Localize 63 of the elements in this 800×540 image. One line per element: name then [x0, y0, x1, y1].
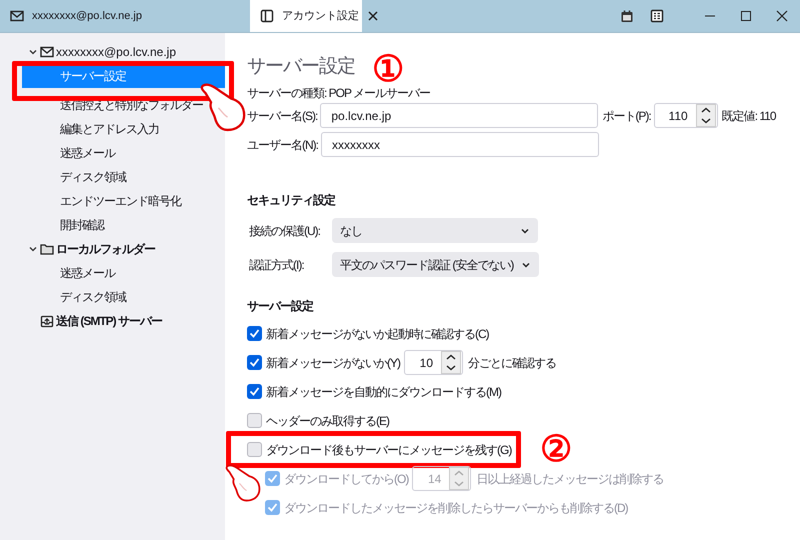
sidebar-item[interactable]: 迷惑メール: [0, 261, 225, 285]
panel-icon: [260, 9, 274, 23]
sidebar-item[interactable]: 開封確認: [0, 213, 225, 237]
checkbox-label: ダウンロードしてから(O): [284, 470, 408, 488]
check-icon: [267, 473, 278, 484]
section-heading: サーバー設定: [247, 298, 313, 315]
mail-icon: [40, 45, 54, 59]
checkbox[interactable]: [247, 442, 262, 457]
mail-icon: [10, 9, 24, 23]
server-type-text: サーバーの種類: POP メールサーバー: [247, 85, 430, 101]
stepper-icon: [441, 351, 461, 374]
checkbox-label: 新着メッセージを自動的にダウンロードする(M): [266, 384, 501, 400]
close-icon: [367, 10, 379, 22]
sidebar-item[interactable]: ディスク領域: [0, 285, 225, 309]
check-icon: [249, 328, 260, 339]
check-icon: [249, 357, 260, 368]
dropdown[interactable]: 平文のパスワード認証 (安全でない): [332, 252, 540, 277]
checkbox-label: ダウンロードしたメッセージを削除したらサーバーからも削除する(D): [284, 500, 628, 516]
check-icon: [267, 502, 278, 513]
sidebar-item[interactable]: ディスク領域: [0, 165, 225, 189]
checkbox[interactable]: [247, 355, 262, 370]
outbox-icon: [40, 314, 54, 328]
sidebar-item[interactable]: xxxxxxxx@po.lcv.ne.jp: [0, 43, 225, 61]
dropdown[interactable]: なし: [332, 218, 538, 243]
calendar-icon: [620, 9, 634, 23]
stepper-icon: [449, 467, 470, 490]
default-value-text: 既定値: 110: [722, 108, 776, 124]
sidebar-item[interactable]: サーバー設定: [22, 64, 225, 88]
checkbox-label: ヘッダーのみ取得する(E): [266, 412, 389, 430]
checkbox[interactable]: [247, 413, 262, 428]
step-number: ①: [372, 50, 404, 88]
sidebar-item[interactable]: エンドツーエンド暗号化: [0, 189, 225, 213]
sidebar-item[interactable]: ローカルフォルダー: [0, 237, 225, 261]
user-name-field[interactable]: xxxxxxxx: [321, 132, 599, 157]
checkbox-label: 新着メッセージがないか起動時に確認する(C): [266, 326, 489, 342]
step-number: ②: [540, 430, 572, 468]
maximize-icon: [740, 10, 752, 22]
port-field[interactable]: 110: [654, 103, 718, 128]
field-label: ポート(P):: [602, 108, 651, 124]
field-label: サーバー名(S):: [247, 108, 318, 124]
chevron-down-icon: [28, 244, 38, 254]
stepper-icon: [696, 104, 716, 127]
check-icon: [249, 386, 260, 397]
checkbox-label: 新着メッセージがないか(Y): [266, 354, 400, 372]
number-field[interactable]: 10: [404, 350, 463, 375]
field-label: 認証方式(I):: [248, 256, 305, 274]
field-label: 日以上経過したメッセージは削除する: [476, 470, 664, 488]
sidebar-item[interactable]: 送信 (SMTP) サーバー: [0, 309, 225, 333]
chevron-down-icon: [28, 47, 38, 57]
checkbox[interactable]: [247, 326, 262, 341]
checkbox[interactable]: [247, 384, 262, 399]
field-label: ユーザー名(N):: [247, 136, 318, 154]
page-heading: サーバー設定: [247, 55, 355, 79]
sidebar-item[interactable]: 迷惑メール: [0, 141, 225, 165]
server-name-field[interactable]: po.lcv.ne.jp: [320, 103, 598, 128]
field-label: 分ごとに確認する: [468, 354, 556, 372]
task-list-icon: [650, 9, 664, 23]
tab[interactable]: xxxxxxxx@po.lcv.ne.jp: [0, 0, 250, 32]
folder-icon: [40, 242, 54, 256]
close-icon: [776, 10, 788, 22]
section-heading: セキュリティ設定: [247, 192, 335, 209]
checkbox-label: ダウンロード後もサーバーにメッセージを残す(G): [266, 442, 512, 458]
field-label: 接続の保護(U):: [248, 222, 321, 240]
